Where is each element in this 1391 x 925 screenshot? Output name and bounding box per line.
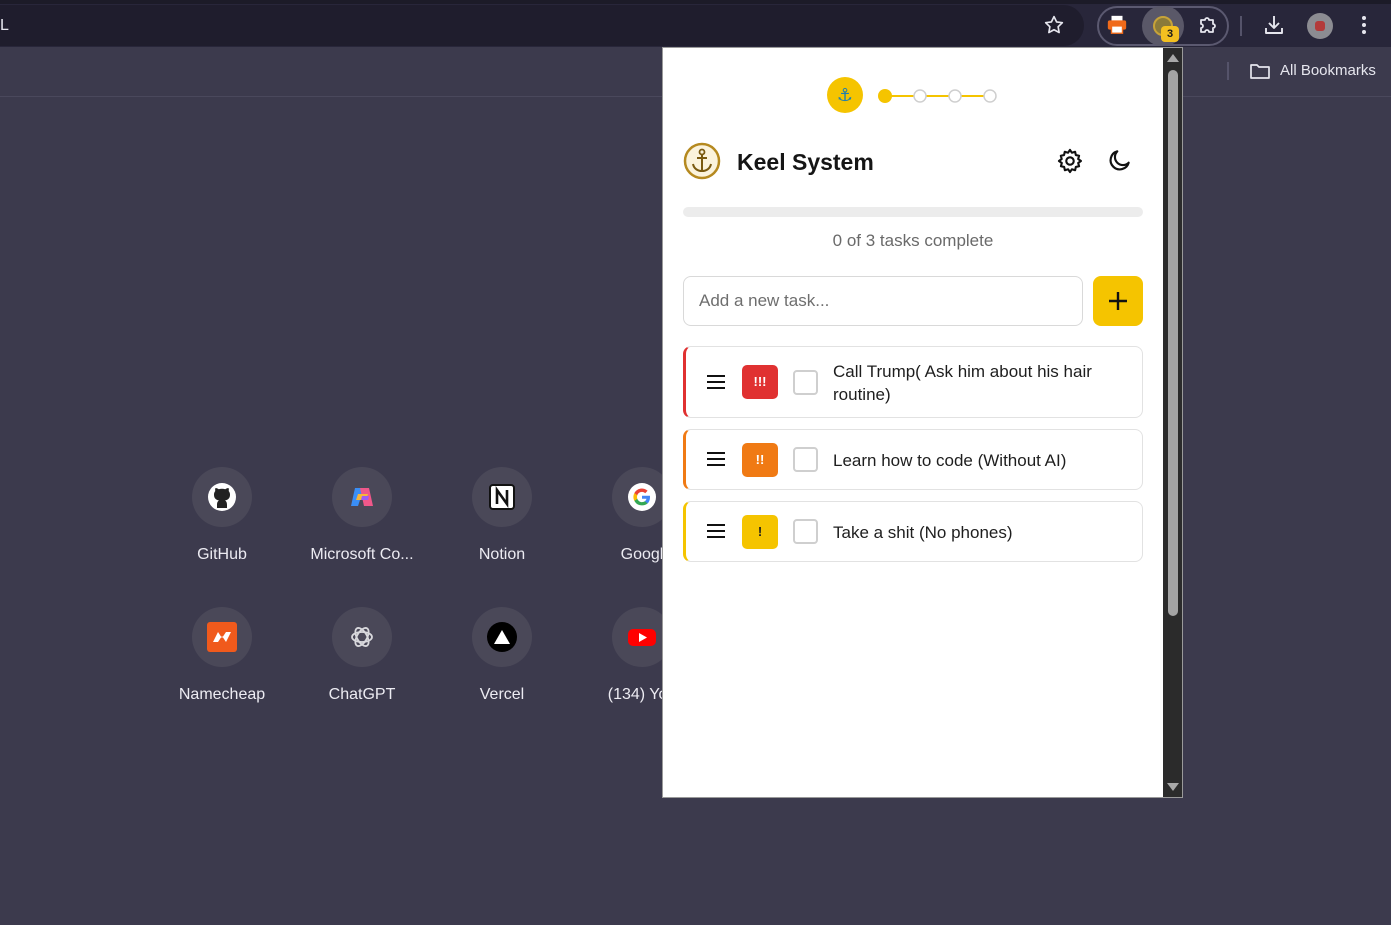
address-bar[interactable]: L — [0, 5, 1084, 46]
anchor-logo-icon — [683, 142, 721, 180]
tab-strip — [0, 0, 1391, 4]
task-item[interactable]: !! Learn how to code (Without AI) — [683, 429, 1143, 490]
bookmarks-divider — [1227, 62, 1229, 80]
toolbar-divider — [1240, 16, 1242, 36]
shortcut-label: Microsoft Co... — [310, 546, 414, 563]
shortcut-tile — [472, 467, 532, 527]
chatgpt-icon — [351, 627, 373, 647]
all-bookmarks-link[interactable]: All Bookmarks — [1280, 62, 1376, 79]
shortcut-github[interactable]: GitHub — [162, 467, 282, 564]
copilot-icon — [351, 488, 373, 506]
extension-badge: 3 — [1161, 26, 1179, 42]
drag-handle-icon[interactable] — [706, 523, 726, 539]
step-dot-1 — [878, 89, 892, 103]
shortcut-tile — [192, 467, 252, 527]
task-checkbox[interactable] — [793, 370, 818, 395]
notion-icon — [489, 484, 515, 510]
profile-avatar[interactable] — [1307, 13, 1333, 39]
shortcut-label: GitHub — [197, 546, 247, 563]
download-icon[interactable] — [1262, 13, 1286, 37]
keel-popup: ⚓ Keel System 0 of 3 tasks complete !!! … — [662, 47, 1183, 798]
task-text: Learn how to code (Without AI) — [833, 451, 1067, 470]
step-dot-2 — [913, 89, 927, 103]
step-dot-3 — [948, 89, 962, 103]
drag-handle-icon[interactable] — [706, 451, 726, 467]
app-title: Keel System — [737, 149, 874, 175]
priority-badge: !! — [742, 443, 778, 477]
drag-handle-icon[interactable] — [706, 374, 726, 390]
kebab-menu-icon[interactable] — [1354, 13, 1374, 37]
step-dot-4 — [983, 89, 997, 103]
address-bar-text: L — [0, 17, 9, 34]
google-icon — [628, 483, 656, 511]
shortcut-label: ChatGPT — [328, 686, 396, 703]
shortcut-notion[interactable]: Notion — [442, 467, 562, 564]
plus-icon — [1109, 292, 1127, 310]
popup-scrollbar[interactable] — [1163, 48, 1182, 797]
scroll-down-arrow-icon[interactable] — [1167, 783, 1179, 791]
task-checkbox[interactable] — [793, 519, 818, 544]
shortcut-label: Notion — [478, 546, 526, 563]
shortcut-vercel[interactable]: Vercel — [442, 607, 562, 704]
task-progress-bar — [683, 207, 1143, 217]
task-item[interactable]: ! Take a shit (No phones) — [683, 501, 1143, 562]
shortcut-tile — [472, 607, 532, 667]
task-checkbox[interactable] — [793, 447, 818, 472]
bookmark-star-icon[interactable] — [1043, 14, 1065, 36]
shortcut-label: Vercel — [479, 686, 525, 703]
puzzle-icon[interactable] — [1196, 13, 1220, 37]
vercel-icon — [487, 622, 517, 652]
print-extension-icon[interactable] — [1106, 14, 1128, 36]
new-task-input[interactable] — [683, 276, 1083, 326]
shortcut-tile — [332, 607, 392, 667]
task-text: Call Trump( Ask him about his hair routi… — [833, 362, 1092, 404]
shortcut-tile — [192, 607, 252, 667]
shortcut-chatgpt[interactable]: ChatGPT — [302, 607, 422, 704]
scrollbar-thumb[interactable] — [1168, 70, 1178, 616]
priority-badge: ! — [742, 515, 778, 549]
moon-icon[interactable] — [1107, 147, 1133, 173]
shortcut-namecheap[interactable]: Namecheap — [162, 607, 282, 704]
step-progress — [878, 89, 997, 103]
task-item[interactable]: !!! Call Trump( Ask him about his hair r… — [683, 346, 1143, 418]
scroll-up-arrow-icon[interactable] — [1167, 54, 1179, 62]
namecheap-icon — [207, 622, 237, 652]
gear-icon[interactable] — [1056, 147, 1084, 175]
add-task-button[interactable] — [1093, 276, 1143, 326]
shortcut-tile — [332, 467, 392, 527]
task-text: Take a shit (No phones) — [833, 523, 1013, 542]
folder-icon[interactable] — [1249, 61, 1271, 81]
shortcut-label: Namecheap — [178, 686, 266, 703]
github-icon — [208, 483, 236, 511]
shortcut-microsoft-copilot[interactable]: Microsoft Co... — [302, 467, 422, 564]
anchor-step-icon: ⚓ — [827, 77, 863, 113]
task-progress-text: 0 of 3 tasks complete — [832, 231, 994, 250]
youtube-icon — [628, 629, 656, 646]
priority-badge: !!! — [742, 365, 778, 399]
